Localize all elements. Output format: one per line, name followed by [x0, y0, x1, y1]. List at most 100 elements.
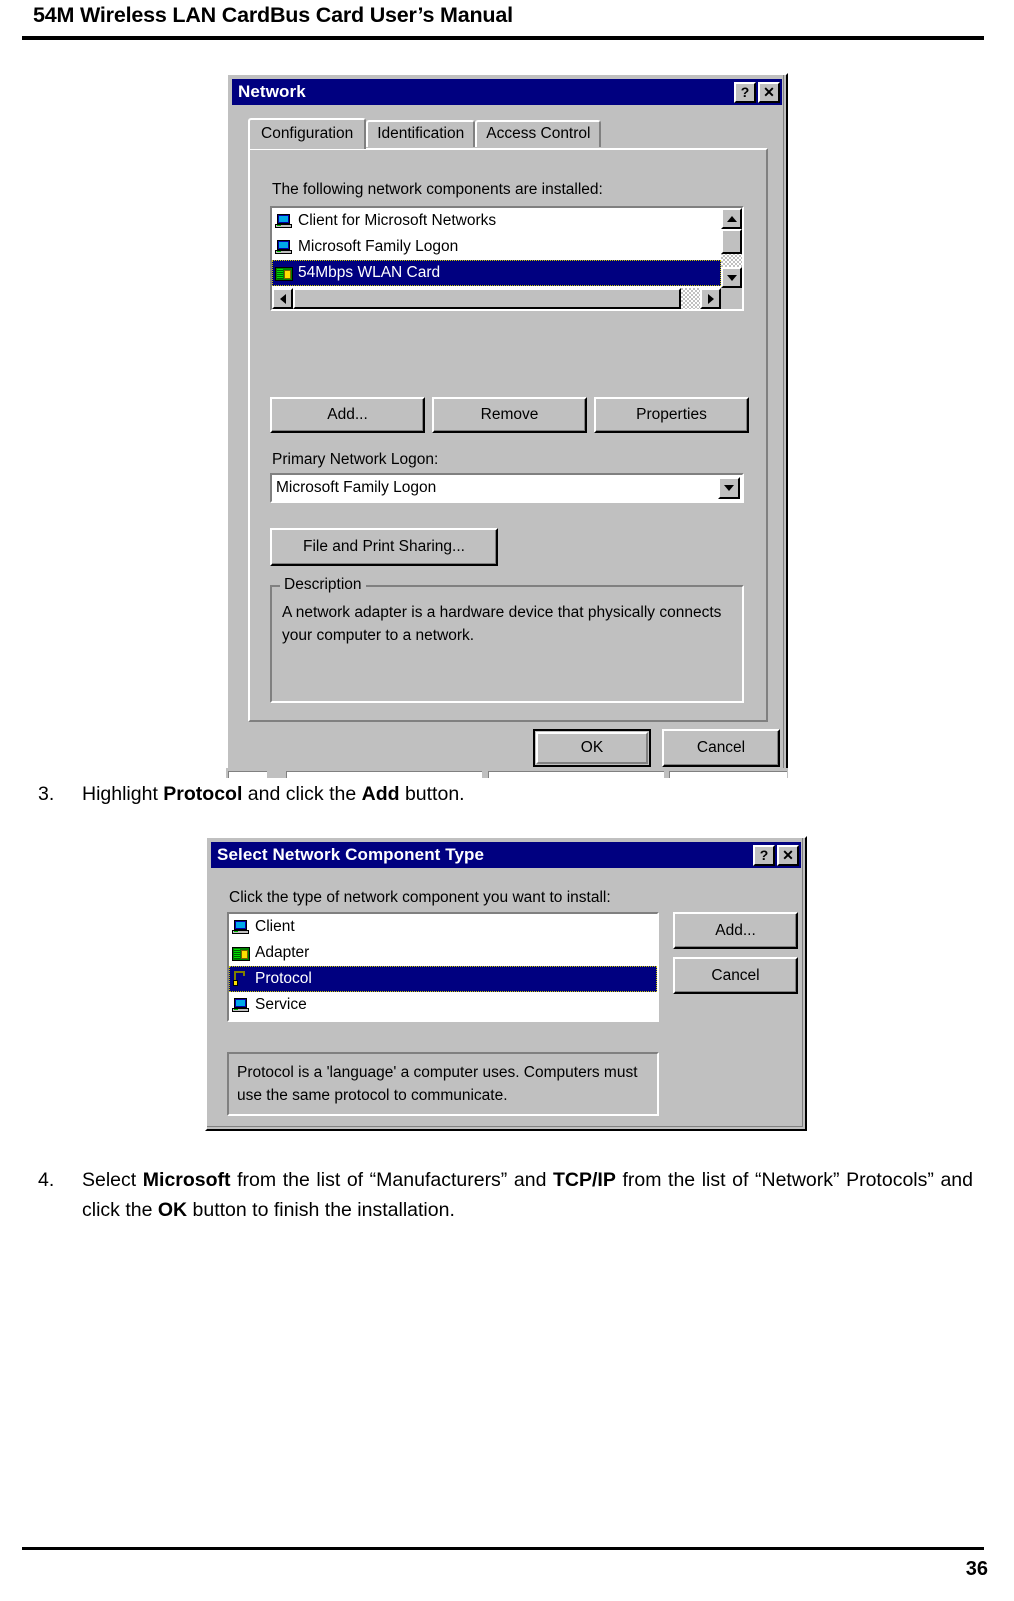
cancel-button[interactable]: Cancel: [673, 957, 798, 994]
step-3-text-5: button.: [399, 783, 465, 805]
remove-button-label: Remove: [480, 406, 539, 423]
list-item-label: Client for Microsoft Networks: [298, 212, 497, 229]
select-component-title: Select Network Component Type: [217, 845, 485, 864]
close-icon[interactable]: ✕: [758, 81, 780, 103]
primary-network-logon-value: Microsoft Family Logon: [276, 479, 437, 496]
step-4-number: 4.: [38, 1169, 55, 1191]
primary-network-logon-label: Primary Network Logon:: [272, 451, 439, 468]
cropped-segment: [669, 771, 787, 778]
step-4-text-4: TCP/IP: [553, 1169, 616, 1191]
select-network-component-type-dialog: Select Network Component Type ? ✕ Click …: [205, 836, 807, 1131]
tab-identification-label: Identification: [377, 125, 465, 142]
scroll-up-button[interactable]: [721, 208, 742, 229]
list-item[interactable]: Adapter: [229, 940, 657, 966]
help-icon[interactable]: ?: [734, 81, 756, 103]
ok-button[interactable]: OK: [533, 729, 651, 767]
protocol-icon: [232, 971, 250, 987]
remove-button[interactable]: Remove: [432, 397, 587, 433]
add-button[interactable]: Add...: [270, 397, 425, 433]
component-description-panel: Protocol is a 'language' a computer uses…: [227, 1052, 659, 1116]
computer-icon: [232, 919, 250, 935]
cropped-segment: [286, 771, 482, 778]
chevron-right-icon: [707, 293, 714, 304]
component-description-text: Protocol is a 'language' a computer uses…: [237, 1064, 638, 1104]
vertical-scroll-thumb[interactable]: [721, 229, 742, 254]
list-item[interactable]: Service: [229, 992, 657, 1018]
page-title: 54M Wireless LAN CardBus Card User’s Man…: [33, 3, 513, 27]
tab-identification[interactable]: Identification: [366, 120, 476, 147]
close-icon[interactable]: ✕: [777, 844, 799, 866]
scroll-left-button[interactable]: [272, 288, 293, 309]
computer-icon: [232, 997, 250, 1013]
network-dialog: Network ? ✕ Configuration Identification…: [226, 73, 788, 777]
tab-access-control-label: Access Control: [486, 125, 591, 142]
list-item-label: Service: [255, 996, 307, 1013]
list-item-label: Microsoft Family Logon: [298, 238, 459, 255]
component-type-listbox[interactable]: Client Adapter Protocol Service: [227, 912, 659, 1022]
step-4-text-6: OK: [157, 1199, 188, 1221]
select-component-titlebar: Select Network Component Type ? ✕: [211, 842, 801, 868]
properties-button[interactable]: Properties: [594, 397, 749, 433]
computer-icon: [275, 239, 293, 255]
properties-button-label: Properties: [636, 406, 707, 423]
add-button[interactable]: Add...: [673, 912, 798, 949]
network-card-icon: [275, 266, 293, 281]
list-item[interactable]: Client for Microsoft Networks: [272, 208, 721, 234]
add-button-label: Add...: [327, 406, 368, 423]
list-item[interactable]: Microsoft Family Logon: [272, 234, 721, 260]
scrollbar-corner: [721, 288, 742, 309]
cropped-segment: [228, 771, 267, 778]
component-type-list: Client Adapter Protocol Service: [229, 914, 657, 1020]
step-3-text-4: Add: [361, 783, 400, 805]
computer-icon: [275, 213, 293, 229]
network-card-icon: [232, 946, 250, 961]
step-4-text-3: from the list of “Manufacturers” and: [230, 1169, 554, 1191]
add-button-label: Add...: [715, 921, 756, 939]
chevron-left-icon: [279, 293, 286, 304]
chevron-up-icon: [726, 215, 737, 222]
step-4-text-7: button to finish the installation.: [187, 1199, 455, 1221]
chevron-down-icon: [726, 274, 737, 281]
primary-network-logon-combobox[interactable]: Microsoft Family Logon: [270, 473, 744, 503]
step-4-text-1: Select: [82, 1169, 143, 1191]
file-and-print-sharing-label: File and Print Sharing...: [303, 538, 465, 555]
cancel-button-label: Cancel: [696, 739, 746, 756]
step-4-text-2: Microsoft: [142, 1169, 231, 1191]
components-installed-label: The following network components are ins…: [272, 181, 603, 198]
components-vertical-scrollbar[interactable]: [721, 208, 742, 288]
select-component-prompt: Click the type of network component you …: [229, 889, 611, 906]
list-item-label: Adapter: [255, 944, 310, 961]
step-3-text-1: Highlight: [82, 783, 164, 805]
components-horizontal-scrollbar[interactable]: [272, 288, 721, 309]
help-icon[interactable]: ?: [753, 844, 775, 866]
list-item-label: 54Mbps WLAN Card: [298, 264, 441, 281]
horizontal-scroll-thumb[interactable]: [293, 288, 681, 309]
step-3-number: 3.: [38, 783, 55, 805]
network-dialog-tabstrip: Configuration Identification Access Cont…: [248, 118, 602, 149]
header-divider: [22, 36, 984, 40]
tab-configuration[interactable]: Configuration: [248, 118, 367, 149]
list-item-selected[interactable]: Protocol: [229, 966, 657, 992]
network-dialog-title: Network: [238, 82, 306, 101]
description-text: A network adapter is a hardware device t…: [282, 604, 722, 644]
page-number: 36: [965, 1558, 988, 1580]
page-header: 54M Wireless LAN CardBus Card User’s Man…: [33, 2, 981, 28]
network-components-listbox[interactable]: Client for Microsoft Networks Microsoft …: [270, 206, 744, 311]
file-and-print-sharing-button[interactable]: File and Print Sharing...: [270, 528, 498, 566]
cropped-window-edge-strip: [226, 768, 788, 778]
cropped-segment: [488, 771, 664, 778]
step-3-text-2: Protocol: [163, 783, 243, 805]
scroll-right-button[interactable]: [700, 288, 721, 309]
description-groupbox: Description A network adapter is a hardw…: [270, 576, 744, 703]
step-4: 4. Select Microsoft from the list of “Ma…: [38, 1165, 973, 1225]
tab-access-control[interactable]: Access Control: [475, 120, 602, 147]
step-3-text-3: and click the: [242, 783, 362, 805]
scroll-down-button[interactable]: [721, 267, 742, 288]
step-3: 3. Highlight Protocol and click the Add …: [38, 779, 968, 809]
list-item-label: Protocol: [255, 970, 312, 987]
chevron-down-icon[interactable]: [718, 477, 740, 499]
list-item[interactable]: Client: [229, 914, 657, 940]
list-item-selected[interactable]: 54Mbps WLAN Card: [272, 260, 721, 286]
cancel-button[interactable]: Cancel: [662, 729, 780, 767]
tab-configuration-label: Configuration: [261, 125, 354, 142]
